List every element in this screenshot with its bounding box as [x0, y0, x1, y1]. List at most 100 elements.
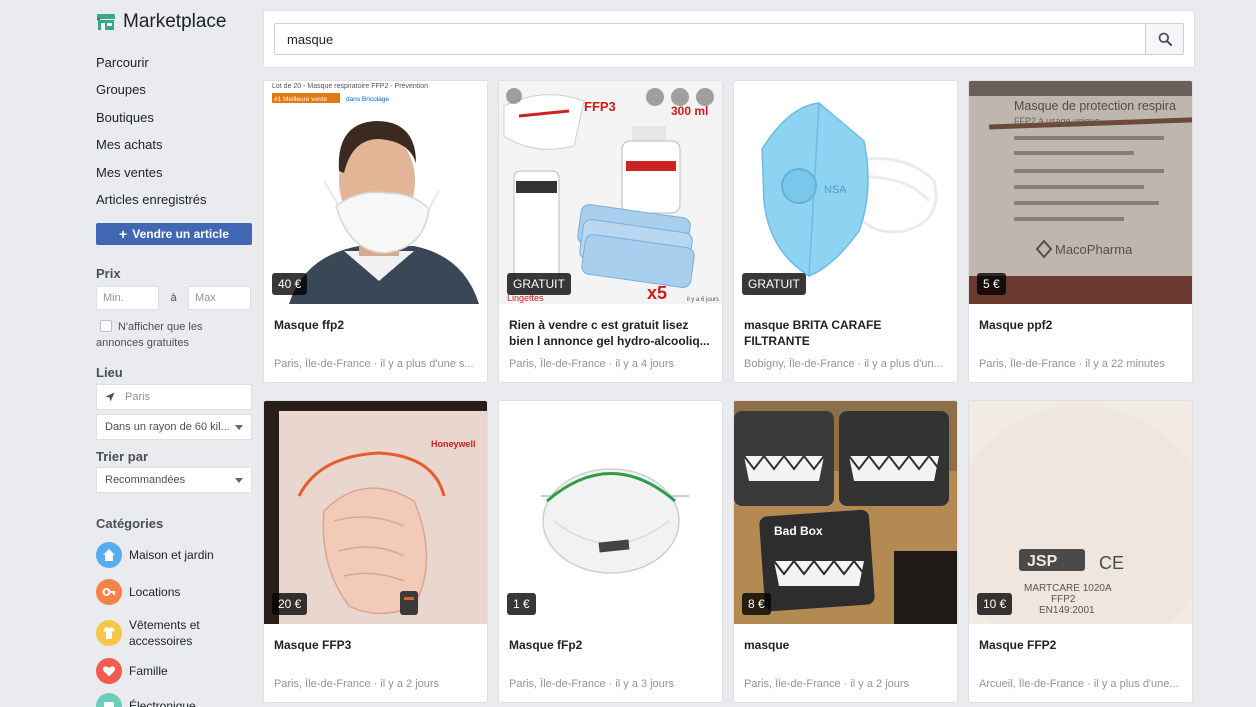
listing-title: masque	[744, 638, 790, 652]
listing-title: Masque FFP3	[274, 638, 352, 652]
listing-meta: Paris, Île-de-France · il y a 2 jours	[274, 678, 440, 690]
price-badge: 5 €	[977, 273, 1006, 295]
image-tag-secondary: dans Bricolage	[346, 96, 389, 103]
min-price-input[interactable]: Min.	[96, 286, 159, 310]
electronics-icon	[96, 693, 122, 707]
sidebar: Marketplace Parcourir Groupes Boutiques …	[96, 0, 256, 707]
chevron-down-icon	[235, 477, 243, 483]
radius-select[interactable]: Dans un rayon de 60 kil...	[96, 414, 252, 440]
category-rentals[interactable]: Locations	[96, 579, 256, 605]
listing-photo: Honeywell	[264, 401, 487, 624]
price-range: Min. à Max	[96, 286, 252, 310]
location-input[interactable]: Paris	[96, 384, 252, 410]
sell-item-button[interactable]: + Vendre un article	[96, 223, 252, 245]
listing-card[interactable]: FFP3 300 ml Lingettes x5 il y a 6 jours …	[498, 80, 723, 383]
listing-meta: Bobigny, Île-de-France · il y a plus d'u…	[744, 358, 943, 370]
radius-value: Dans un rayon de 60 kil...	[105, 421, 230, 433]
listing-meta: Paris, Île-de-France · il y a 4 jours	[509, 358, 675, 370]
category-label: Locations	[129, 585, 181, 599]
search-input[interactable]	[274, 23, 1145, 55]
category-label: Maison et jardin	[129, 548, 214, 562]
category-electronics[interactable]: Électronique	[96, 693, 256, 707]
price-badge: 1 €	[507, 593, 536, 615]
nav-item-groups[interactable]: Groupes	[96, 81, 256, 108]
shop-icon	[97, 14, 115, 30]
listing-meta: Arcueil, Île-de-France · il y a plus d'u…	[979, 678, 1179, 690]
price-section-title: Prix	[96, 266, 121, 281]
nav-item-shops[interactable]: Boutiques	[96, 109, 256, 136]
listing-meta: Paris, Île-de-France · il y a plus d'une…	[274, 358, 474, 370]
location-arrow-icon	[105, 392, 115, 402]
sort-select[interactable]: Recommandées	[96, 467, 252, 493]
key-icon	[96, 579, 122, 605]
price-badge: 40 €	[272, 273, 308, 295]
category-label: Famille	[129, 664, 168, 678]
plus-icon: +	[119, 226, 128, 242]
nav-item-browse[interactable]: Parcourir	[96, 54, 256, 81]
category-family[interactable]: Famille	[96, 658, 256, 684]
image-subheading: FFP2 à usage unique	[1014, 116, 1100, 126]
listing-photo: Lot de 20 - Masque respiratoire FFP2 - P…	[264, 81, 487, 304]
free-only-checkbox[interactable]	[100, 320, 112, 332]
listing-photo: FFP3 300 ml Lingettes x5 il y a 6 jours	[499, 81, 722, 304]
search-bar	[263, 10, 1195, 68]
listing-meta: Paris, Île-de-France · il y a 22 minutes	[979, 358, 1165, 370]
location-section-title: Lieu	[96, 365, 123, 380]
listing-title: masque BRITA CARAFE FILTRANTE	[744, 318, 882, 348]
image-brand: JSP	[1027, 553, 1058, 570]
price-badge: GRATUIT	[742, 273, 806, 295]
app-title: Marketplace	[123, 11, 227, 32]
image-standard: EN149:2001	[1039, 605, 1095, 616]
location-value: Paris	[125, 391, 151, 403]
nav-item-purchases[interactable]: Mes achats	[96, 136, 256, 163]
sell-item-label: Vendre un article	[132, 227, 229, 241]
image-mask-text: NSA	[824, 184, 847, 196]
category-label: Électronique	[129, 699, 196, 707]
image-brand: Honeywell	[431, 439, 476, 449]
listing-title: Masque ppf2	[979, 318, 1053, 332]
listing-card[interactable]: JSP CE MARTCARE 1020A FFP2 EN149:2001 10…	[968, 400, 1193, 703]
category-label: Vêtements et accessoires	[129, 618, 200, 648]
nav-item-saved[interactable]: Articles enregistrés	[96, 191, 256, 218]
price-badge: 8 €	[742, 593, 771, 615]
heart-icon	[96, 658, 122, 684]
listing-title: Masque fFp2	[509, 638, 583, 652]
categories-section-title: Catégories	[96, 516, 164, 531]
listing-card[interactable]: 1 € Masque fFp2 Paris, Île-de-France · i…	[498, 400, 723, 703]
image-ce-mark: CE	[1099, 553, 1124, 573]
listing-card[interactable]: Lot de 20 - Masque respiratoire FFP2 - P…	[263, 80, 488, 383]
free-only-filter[interactable]: N'afficher que les annonces gratuites	[96, 319, 252, 351]
listing-card[interactable]: Honeywell 20 € Masque FFP3 Paris, Île-de…	[263, 400, 488, 703]
listing-card[interactable]: Masque de protection respira FFP2 à usag…	[968, 80, 1193, 383]
image-class: FFP2	[1051, 594, 1076, 605]
image-brand: MacoPharma	[1055, 242, 1133, 257]
sort-value: Recommandées	[105, 474, 186, 486]
listing-card[interactable]: NSA GRATUIT masque BRITA CARAFE FILTRANT…	[733, 80, 958, 383]
image-banner: Lot de 20 - Masque respiratoire FFP2 - P…	[272, 83, 428, 90]
nav-item-sales[interactable]: Mes ventes	[96, 164, 256, 191]
image-tag: #1 Meilleure vente	[274, 96, 327, 103]
chevron-down-icon	[235, 424, 243, 430]
price-badge: 10 €	[977, 593, 1013, 615]
listing-photo: JSP CE MARTCARE 1020A FFP2 EN149:2001	[969, 401, 1192, 624]
listing-title: Masque ffp2	[274, 318, 345, 332]
image-ffp3-label: FFP3	[584, 99, 616, 114]
max-price-input[interactable]: Max	[188, 286, 251, 310]
image-heading: Masque de protection respira	[1014, 99, 1176, 113]
listing-title: Masque FFP2	[979, 638, 1057, 652]
listing-photo: Masque de protection respira FFP2 à usag…	[969, 81, 1192, 304]
house-icon	[96, 542, 122, 568]
category-clothing[interactable]: Vêtements et accessoires	[96, 617, 256, 649]
marketplace-brand[interactable]: Marketplace	[96, 11, 227, 33]
listing-meta: Paris, Île-de-France · il y a 3 jours	[509, 678, 675, 690]
price-separator: à	[170, 292, 177, 304]
category-home-garden[interactable]: Maison et jardin	[96, 542, 256, 568]
clothing-icon	[96, 620, 122, 646]
listing-meta: Paris, Île-de-France · il y a 2 jours	[744, 678, 910, 690]
image-quantity-label: x5	[647, 283, 667, 303]
listing-photo	[499, 401, 722, 624]
search-button[interactable]	[1145, 23, 1184, 55]
image-ml-label: 300 ml	[671, 104, 708, 118]
image-model: MARTCARE 1020A	[1024, 583, 1112, 594]
listing-card[interactable]: Bad Box 8 € masque Paris, Île-de-France …	[733, 400, 958, 703]
